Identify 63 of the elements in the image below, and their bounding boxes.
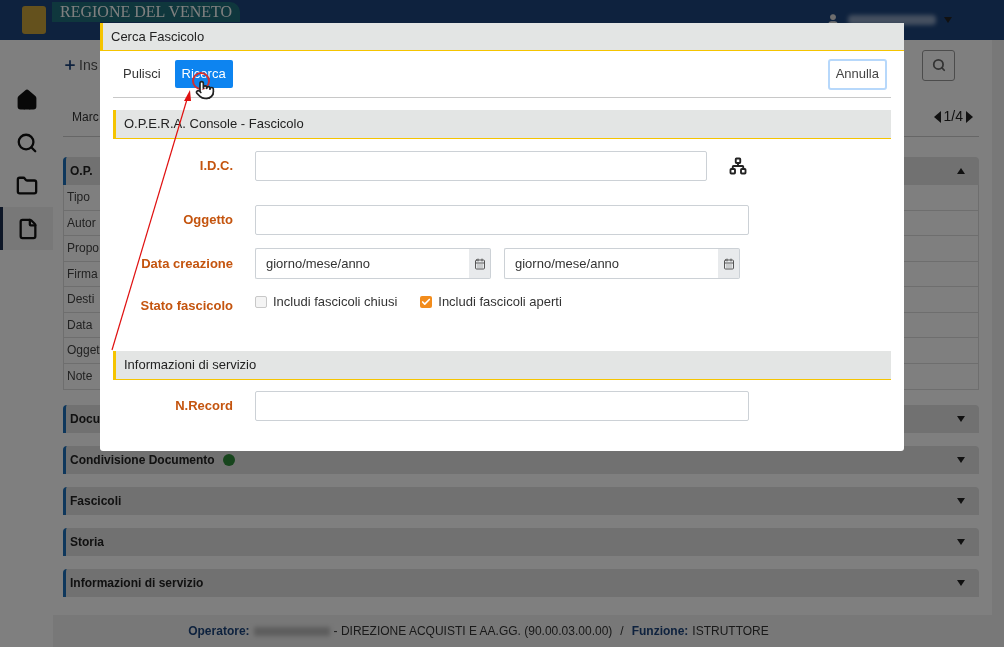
field-label: Stato fascicolo bbox=[139, 297, 233, 316]
row-label: Data bbox=[67, 316, 93, 334]
checkbox-label: Includi fascicoli aperti bbox=[438, 293, 562, 312]
document-icon[interactable] bbox=[17, 217, 39, 240]
field-label: Data creazione bbox=[140, 254, 233, 273]
folder-icon[interactable] bbox=[15, 174, 38, 197]
search-icon bbox=[931, 58, 946, 72]
field-label: Oggetto bbox=[182, 211, 233, 230]
hand-cursor-icon bbox=[195, 80, 215, 100]
panel-header[interactable]: Informazioni di servizio bbox=[63, 569, 979, 597]
row-label: Firma bbox=[67, 265, 98, 283]
field-label: I.D.C. bbox=[198, 157, 233, 176]
logo-icon bbox=[22, 6, 46, 34]
prev-page-icon[interactable] bbox=[933, 110, 941, 123]
pager: 1/4 bbox=[943, 107, 963, 126]
panel-header[interactable]: Storia bbox=[63, 528, 979, 556]
search-button[interactable] bbox=[922, 49, 955, 81]
row-label: Propo bbox=[67, 240, 100, 258]
checkbox-label: Includi fascicoli chiusi bbox=[273, 293, 398, 312]
caret-icon[interactable] bbox=[957, 580, 965, 586]
field-label: N.Record bbox=[174, 397, 233, 416]
row-label: Autor bbox=[67, 214, 96, 232]
plus-icon bbox=[63, 58, 77, 72]
function-label: Funzione: bbox=[631, 623, 689, 640]
search-icon[interactable] bbox=[15, 131, 38, 154]
panel-title: Informazioni di servizio bbox=[70, 575, 204, 592]
home-icon[interactable] bbox=[15, 88, 38, 111]
clear-button[interactable]: Pulisci bbox=[113, 60, 171, 88]
caret-icon[interactable] bbox=[957, 168, 965, 174]
check-icon bbox=[421, 297, 432, 307]
checkbox[interactable] bbox=[255, 296, 267, 308]
checkbox[interactable] bbox=[420, 296, 433, 308]
tab[interactable]: Marc bbox=[72, 107, 99, 126]
dialog-title: Cerca Fascicolo bbox=[111, 27, 205, 46]
logo-text: REGIONE DEL VENETO bbox=[52, 2, 241, 22]
row-label: Tipo bbox=[67, 189, 90, 207]
row-label: Ogget bbox=[67, 342, 100, 360]
caret-icon[interactable] bbox=[957, 498, 965, 504]
section-title: Informazioni di servizio bbox=[124, 356, 257, 375]
row-label: Desti bbox=[67, 291, 95, 309]
text-field[interactable] bbox=[255, 391, 749, 421]
panel-title: Condivisione Documento bbox=[70, 452, 215, 469]
caret-icon[interactable] bbox=[957, 457, 965, 463]
idc-field[interactable] bbox=[255, 151, 707, 181]
insert-link[interactable]: Ins bbox=[63, 54, 98, 76]
sidebar-item[interactable] bbox=[0, 207, 53, 250]
next-page-icon[interactable] bbox=[966, 110, 973, 123]
panel-header[interactable]: Fascicoli bbox=[63, 487, 979, 515]
operator-label: Operatore: bbox=[188, 623, 250, 640]
cancel-button[interactable]: Annulla bbox=[827, 58, 887, 90]
org-chart-icon[interactable] bbox=[729, 157, 747, 175]
function-text: ISTRUTTORE bbox=[692, 623, 769, 640]
panel-title: Docu bbox=[70, 411, 100, 428]
panel-title: Storia bbox=[70, 534, 104, 551]
panel-title: Fascicoli bbox=[70, 493, 122, 510]
panel-title: O.P. bbox=[70, 163, 93, 180]
search-button[interactable]: Ricerca bbox=[174, 60, 233, 88]
caret-icon[interactable] bbox=[957, 416, 965, 422]
department-text: - DIREZIONE ACQUISTI E AA.GG. (90.00.03.00.00) bbox=[333, 623, 613, 640]
row-label: Note bbox=[67, 368, 93, 386]
text-field[interactable] bbox=[255, 205, 749, 235]
caret-icon[interactable] bbox=[957, 539, 965, 545]
separator-text: / bbox=[620, 623, 624, 640]
